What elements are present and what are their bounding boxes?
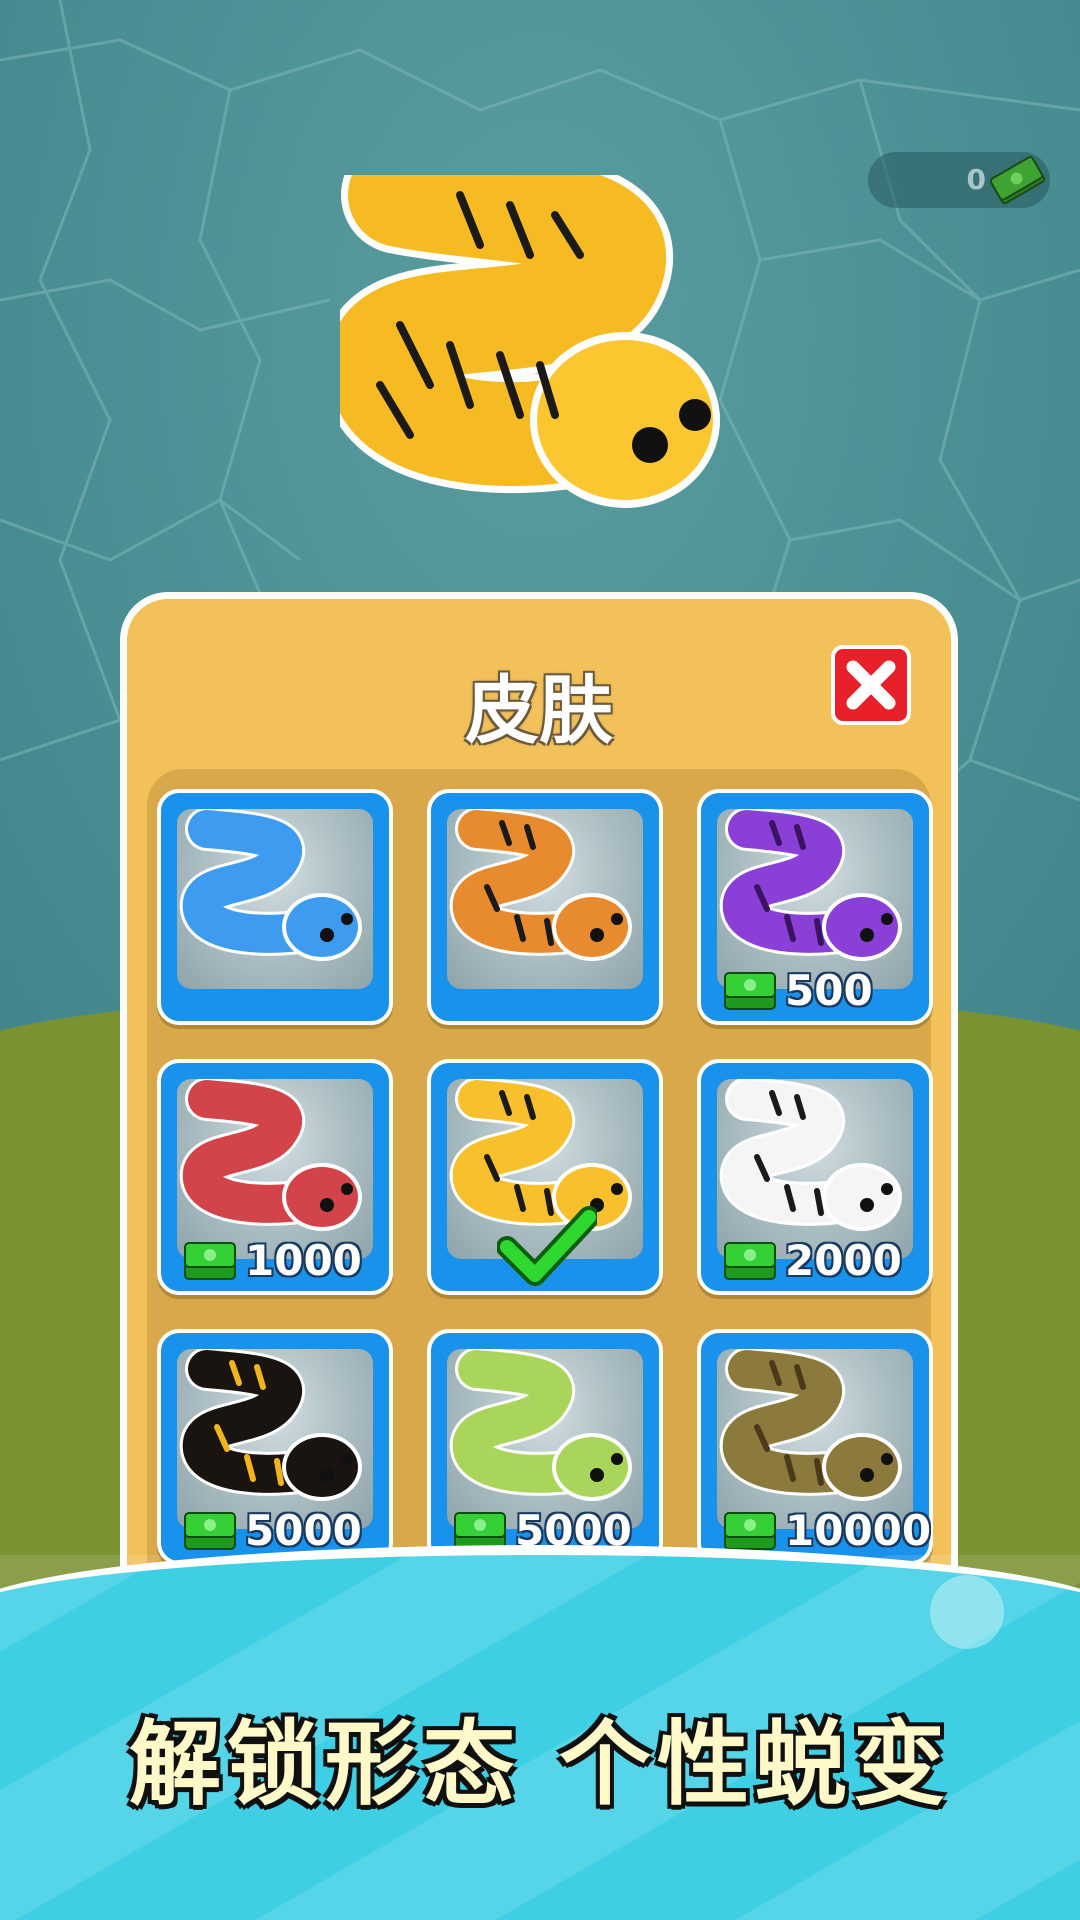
skin-card-lime-green[interactable]: 5000 [427, 1329, 663, 1565]
snake-icon [179, 1079, 362, 1231]
snake-icon [179, 809, 362, 961]
price-value: 2000 [785, 1235, 902, 1285]
panel-title: 皮肤 [465, 668, 613, 754]
currency-counter: 0 [868, 152, 1050, 208]
skin-card-blue[interactable] [157, 789, 393, 1025]
skin-card-olive-python[interactable]: 10000 [697, 1329, 933, 1565]
cash-icon [724, 972, 776, 1010]
skin-price: 1000 [179, 1233, 362, 1287]
close-icon [846, 660, 896, 710]
skin-card-white-zebra[interactable]: 2000 [697, 1059, 933, 1295]
skin-card-purple-spotted[interactable]: 500 [697, 789, 933, 1025]
snake-icon [179, 1349, 362, 1501]
skin-card-yellow-tiger[interactable] [427, 1059, 663, 1295]
price-value: 10000 [785, 1505, 932, 1555]
skin-price: 500 [719, 963, 873, 1017]
price-value: 500 [785, 965, 873, 1015]
skin-thumbnail [717, 1349, 913, 1529]
snake-icon [719, 809, 902, 961]
cash-icon [184, 1242, 236, 1280]
selected-check-icon [497, 1206, 597, 1286]
skin-card-red[interactable]: 1000 [157, 1059, 393, 1295]
skin-price: 2000 [719, 1233, 902, 1287]
price-value: 5000 [245, 1505, 362, 1555]
snake-icon [719, 1079, 902, 1231]
cash-icon [989, 156, 1046, 205]
skin-thumbnail [717, 1079, 913, 1259]
skin-card-orange-tiger[interactable] [427, 789, 663, 1025]
snake-preview [340, 175, 720, 508]
bubble-decoration [930, 1575, 1004, 1649]
skin-thumbnail [717, 809, 913, 989]
currency-value: 0 [966, 163, 986, 196]
skin-thumbnail [177, 1079, 373, 1259]
snake-icon [449, 809, 632, 961]
promo-slogan: 解锁形态 个性蜕变 [128, 1711, 952, 1818]
cash-icon [724, 1512, 776, 1550]
skin-thumbnail [447, 1349, 643, 1529]
skin-thumbnail [447, 809, 643, 989]
snake-icon [449, 1349, 632, 1501]
game-scene: 0 皮肤 500 1000 2000 5000 5000 10000 解锁形态 个性蜕变 [0, 0, 1080, 1920]
skin-card-black-yellow-banded[interactable]: 5000 [157, 1329, 393, 1565]
close-button[interactable] [831, 645, 911, 725]
snake-icon [719, 1349, 902, 1501]
price-value: 1000 [245, 1235, 362, 1285]
cash-icon [184, 1512, 236, 1550]
skin-thumbnail [177, 809, 373, 989]
skin-thumbnail [177, 1349, 373, 1529]
cash-icon [724, 1242, 776, 1280]
